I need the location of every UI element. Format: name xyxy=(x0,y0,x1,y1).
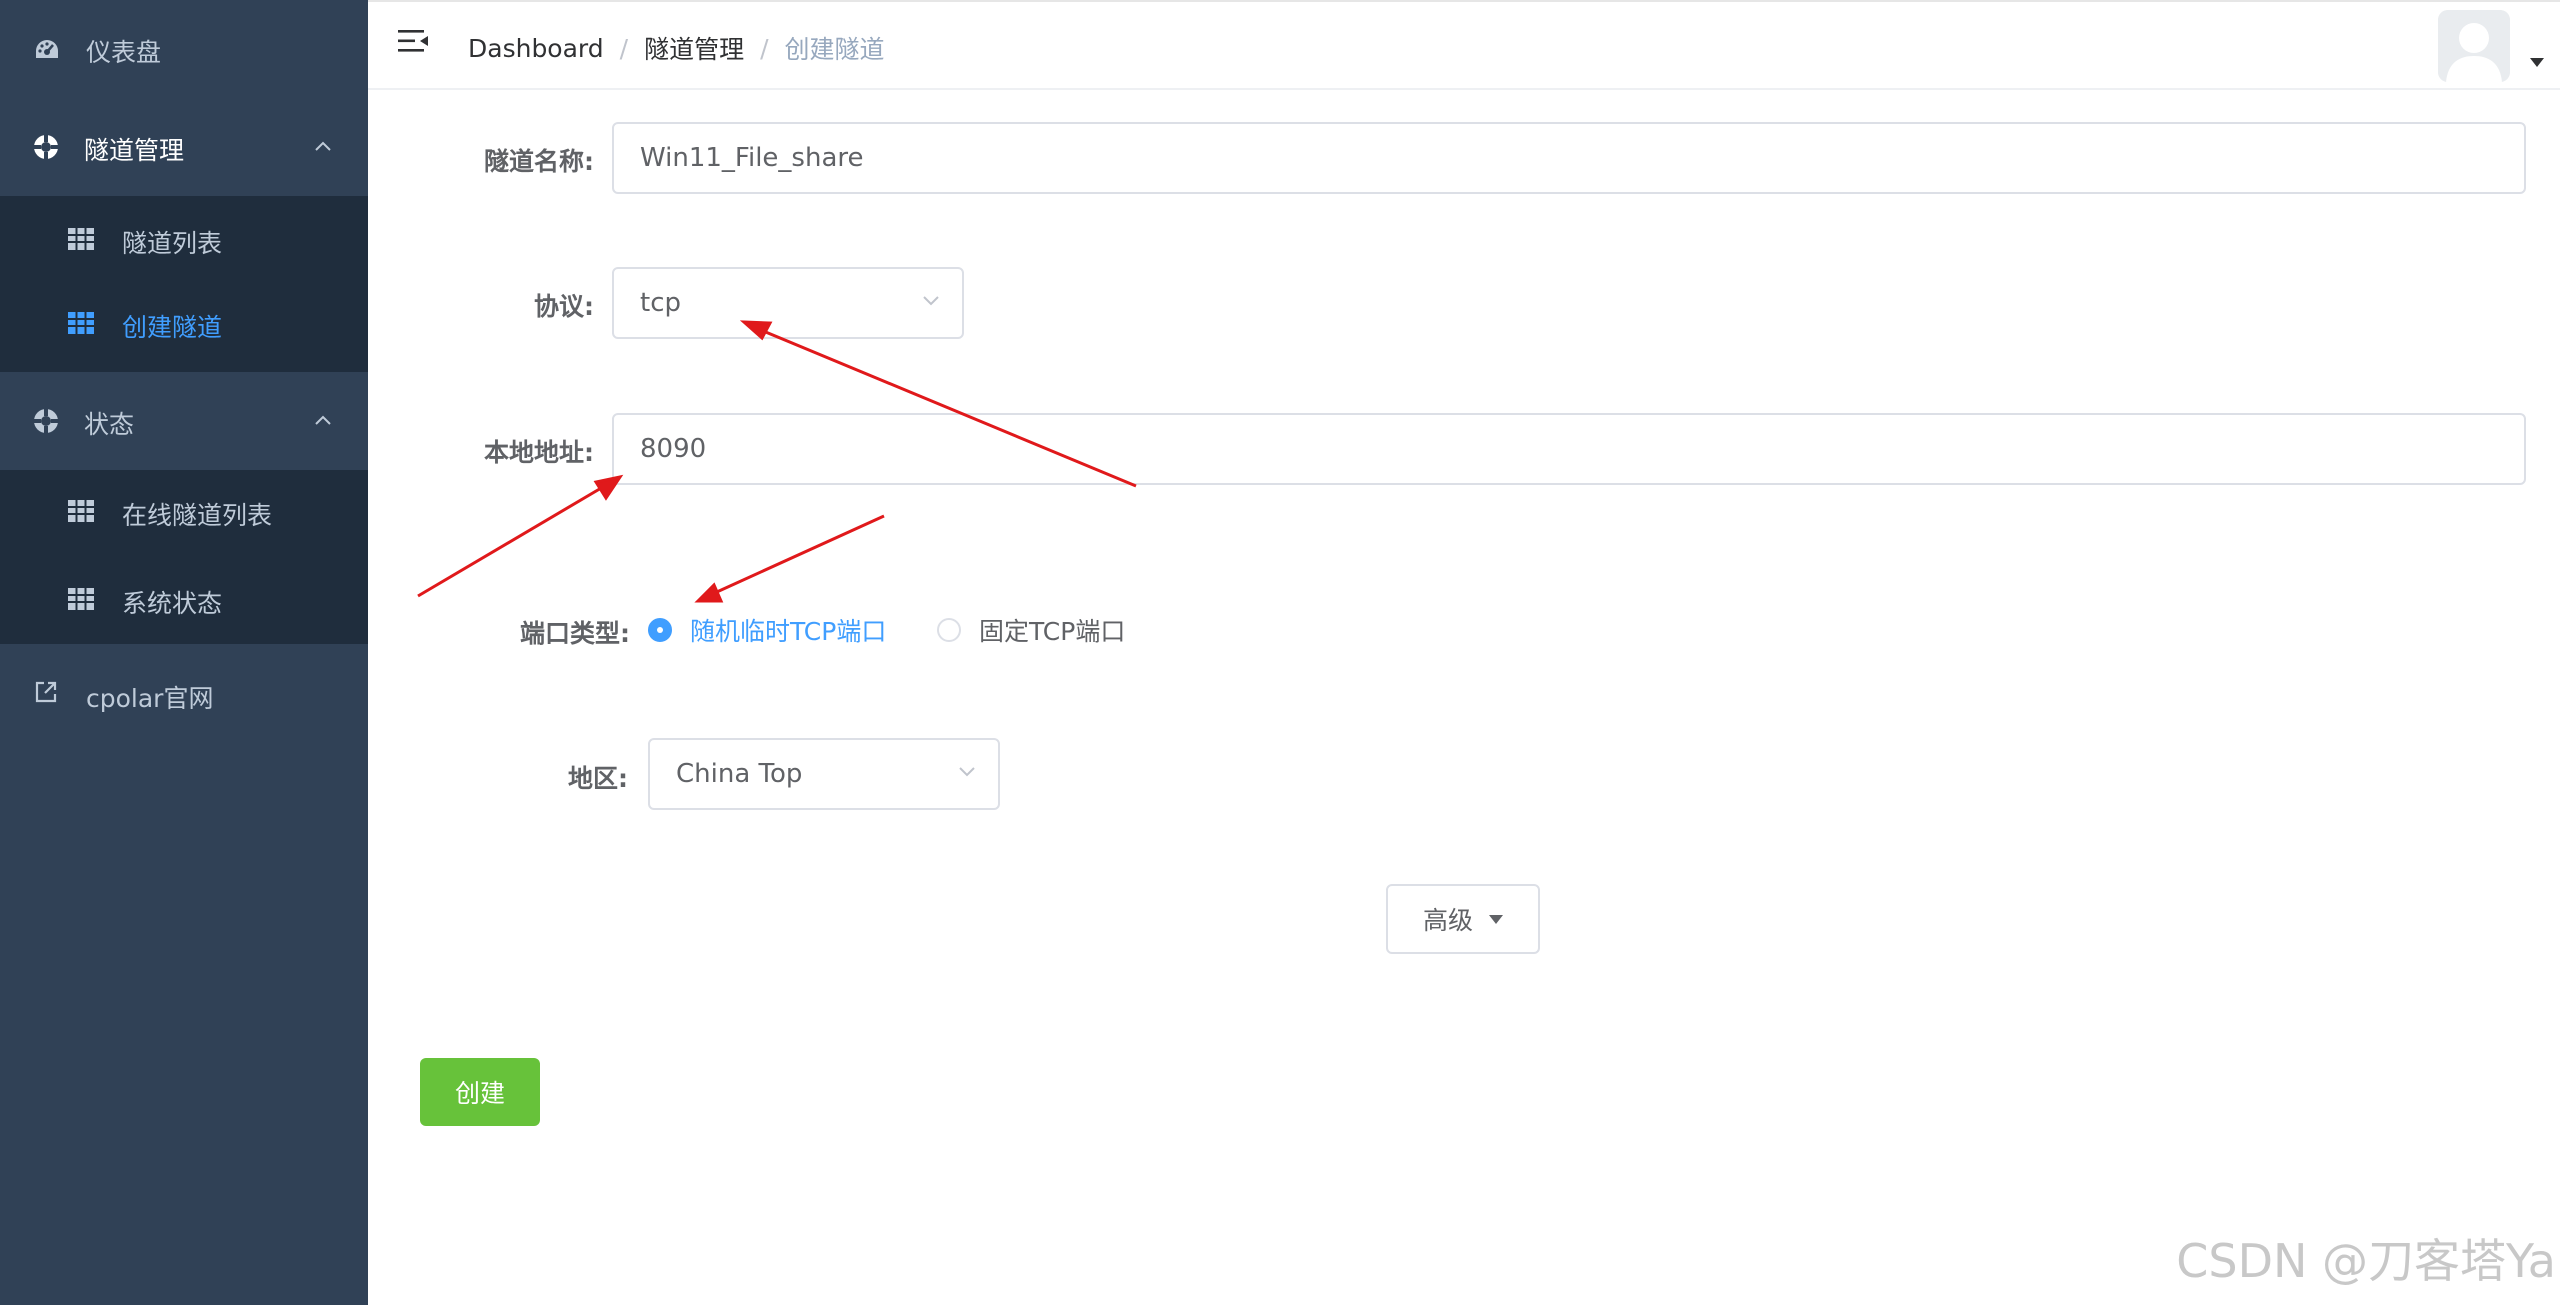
sidebar-item-create-tunnel[interactable]: 创建隧道 xyxy=(0,284,368,372)
annotation-arrow xyxy=(707,514,885,598)
local-address-label: 本地地址: xyxy=(484,438,594,467)
region-select-value: China Top xyxy=(676,759,803,789)
hamburger-menu-icon[interactable] xyxy=(398,28,428,54)
radio-button-checked-icon xyxy=(648,618,672,642)
dashboard-icon xyxy=(36,40,58,58)
breadcrumb-item-current: 创建隧道 xyxy=(784,35,885,64)
radio-button-unchecked-icon xyxy=(937,618,961,642)
radio-label: 固定TCP端口 xyxy=(979,617,1126,646)
caret-down-icon xyxy=(1489,914,1503,924)
create-button[interactable]: 创建 xyxy=(420,1058,540,1126)
chevron-up-icon xyxy=(315,415,331,425)
radio-label: 随机临时TCP端口 xyxy=(690,617,887,646)
sidebar-item-label: cpolar官网 xyxy=(86,684,214,713)
avatar[interactable] xyxy=(2438,10,2510,82)
breadcrumb-separator: / xyxy=(619,33,629,63)
sidebar-item-label: 状态 xyxy=(84,410,135,439)
external-link-icon xyxy=(35,681,57,703)
annotation-arrowhead xyxy=(694,582,724,603)
protocol-select[interactable]: tcp xyxy=(612,267,964,339)
sidebar-item-online-tunnels[interactable]: 在线隧道列表 xyxy=(0,470,368,558)
user-avatar-icon xyxy=(2438,10,2510,82)
table-icon xyxy=(68,312,94,334)
table-icon xyxy=(68,228,94,250)
submenu-status: 在线隧道列表 系统状态 xyxy=(0,470,368,644)
tunnel-name-input[interactable]: Win11_File_share xyxy=(612,122,2526,194)
region-select[interactable]: China Top xyxy=(648,738,1000,810)
sidebar-item-label: 创建隧道 xyxy=(122,313,223,342)
sidebar-item-status[interactable]: 状态 xyxy=(0,372,368,470)
radio-fixed-tcp-port[interactable]: 固定TCP端口 xyxy=(937,612,1125,648)
sidebar-item-label: 仪表盘 xyxy=(86,38,162,67)
annotation-arrow xyxy=(417,482,609,598)
watermark: CSDN @刀客塔Ya xyxy=(2176,1234,2556,1288)
tunnel-name-label: 隧道名称: xyxy=(484,147,594,176)
caret-down-icon[interactable] xyxy=(2530,58,2544,67)
sidebar-item-label: 隧道列表 xyxy=(122,229,223,258)
top-navbar: Dashboard / 隧道管理 / 创建隧道 xyxy=(368,0,2560,90)
sidebar-item-label: 隧道管理 xyxy=(84,136,185,165)
sidebar-item-tunnel-management[interactable]: 隧道管理 xyxy=(0,98,368,196)
chevron-down-icon xyxy=(923,296,939,306)
protocol-select-value: tcp xyxy=(640,288,681,318)
table-icon xyxy=(68,500,94,522)
table-icon xyxy=(68,588,94,610)
sidebar-item-label: 系统状态 xyxy=(122,589,223,618)
local-address-input[interactable]: 8090 xyxy=(612,413,2526,485)
region-label: 地区: xyxy=(568,764,628,793)
chevron-down-icon xyxy=(959,767,975,777)
sidebar: 仪表盘 隧道管理 隧道列表 创建隧道 状态 在线隧道列表 系统状态 cpolar… xyxy=(0,0,368,1305)
protocol-label: 协议: xyxy=(534,292,594,321)
life-ring-icon xyxy=(34,135,58,159)
breadcrumb-separator: / xyxy=(760,33,769,63)
port-type-label: 端口类型: xyxy=(520,619,630,648)
annotation-arrows xyxy=(417,320,1137,603)
advanced-dropdown-button[interactable]: 高级 xyxy=(1386,884,1540,954)
sidebar-item-tunnel-list[interactable]: 隧道列表 xyxy=(0,196,368,284)
breadcrumb-item-tunnel-management[interactable]: 隧道管理 xyxy=(644,30,744,66)
advanced-button-label: 高级 xyxy=(1422,906,1473,935)
app-root: 仪表盘 隧道管理 隧道列表 创建隧道 状态 在线隧道列表 系统状态 cpolar… xyxy=(0,0,2560,1305)
radio-random-tcp-port[interactable]: 随机临时TCP端口 xyxy=(648,612,886,648)
sidebar-item-cpolar-official[interactable]: cpolar官网 xyxy=(0,644,368,742)
life-ring-icon xyxy=(34,409,58,433)
submenu-tunnel-management: 隧道列表 创建隧道 xyxy=(0,196,368,372)
sidebar-item-system-status[interactable]: 系统状态 xyxy=(0,558,368,646)
sidebar-item-label: 在线隧道列表 xyxy=(122,501,273,530)
sidebar-item-dashboard[interactable]: 仪表盘 xyxy=(0,0,368,98)
chevron-up-icon xyxy=(315,141,331,151)
breadcrumb: Dashboard / 隧道管理 / 创建隧道 xyxy=(468,30,885,66)
breadcrumb-item-dashboard[interactable]: Dashboard xyxy=(468,34,604,63)
